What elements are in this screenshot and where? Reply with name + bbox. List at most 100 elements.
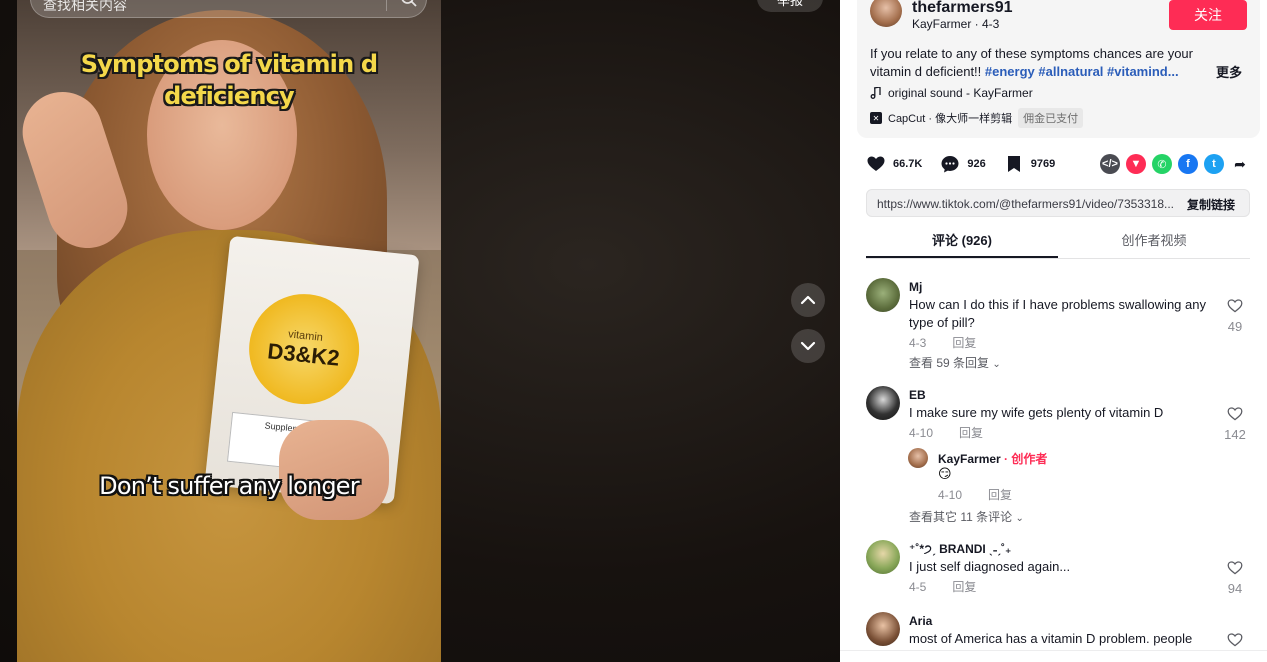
heart-outline-icon	[1227, 633, 1243, 647]
share-icon[interactable]: ➦	[1230, 154, 1250, 174]
heart-outline-icon	[1227, 299, 1243, 313]
comment-meta: 4-10 回复	[909, 424, 983, 441]
tab-creator-videos[interactable]: 创作者视频	[1058, 223, 1250, 258]
comment-item: Mj How can I do this if I have problems …	[866, 278, 1256, 374]
comment-button[interactable]: 926	[940, 154, 986, 174]
comment-like-button[interactable]: 94	[1220, 560, 1250, 596]
music-label: original sound - KayFarmer	[888, 86, 1033, 100]
video-link-text: https://www.tiktok.com/@thefarmers91/vid…	[877, 197, 1174, 211]
bookmark-icon	[1007, 156, 1020, 172]
description-card: thefarmers91 KayFarmer · 4-3 关注 If you r…	[857, 0, 1260, 138]
reply-avatar[interactable]	[908, 448, 928, 468]
commenter-avatar[interactable]	[866, 612, 900, 646]
heart-outline-icon	[1227, 407, 1243, 421]
search-placeholder: 查找相关内容	[43, 0, 127, 13]
chevron-down-icon: ⌄	[992, 359, 1001, 370]
creator-tag: · 创作者	[1004, 452, 1048, 466]
video-description: If you relate to any of these symptoms c…	[870, 45, 1200, 81]
capcut-label: CapCut · 像大师一样剪辑	[888, 113, 1013, 125]
comment-like-count: 94	[1227, 581, 1243, 596]
search-input[interactable]: 查找相关内容	[30, 0, 427, 18]
commenter-avatar[interactable]	[866, 540, 900, 574]
author-nickname-date: KayFarmer · 4-3	[912, 17, 1000, 31]
reply-button[interactable]: 回复	[959, 426, 983, 440]
reply-like-button[interactable]: 18	[1262, 468, 1267, 504]
commenter-name[interactable]: ⁺˚*੭ˏ BRANDI ˎ˗ˏ˚₊	[909, 542, 1011, 557]
pouch-name-text: D3&K2	[266, 338, 341, 371]
author-avatar[interactable]	[870, 0, 902, 27]
heart-outline-icon	[1227, 561, 1243, 575]
commenter-avatar[interactable]	[866, 278, 900, 312]
reply-button[interactable]: 回复	[952, 580, 976, 594]
more-button[interactable]: 更多	[1216, 62, 1242, 81]
stats-row: 66.7K 926 9769	[866, 152, 1073, 176]
author-username[interactable]: thefarmers91	[912, 0, 1013, 17]
video-frame[interactable]: vitamin D3&K2 Supplement Facts Symptoms …	[17, 0, 441, 662]
comment-date: 4-3	[909, 336, 927, 350]
copy-link-button[interactable]: 复制链接	[1187, 196, 1235, 213]
detail-tabs: 评论 (926) 创作者视频	[866, 223, 1250, 259]
paid-badge: 佣金已支付	[1018, 108, 1084, 128]
comment-count: 926	[967, 158, 986, 170]
reply-reply-button[interactable]: 回复	[988, 488, 1012, 502]
send-icon[interactable]: ▼	[1126, 154, 1146, 174]
view-more-replies-label: 查看其它 11 条评论	[909, 510, 1013, 524]
comment-item: EB I make sure my wife gets plenty of vi…	[866, 386, 1256, 526]
video-hand-holding	[279, 420, 389, 520]
reply-meta: 4-10 回复	[938, 486, 1012, 503]
tab-comments[interactable]: 评论 (926)	[866, 223, 1058, 258]
view-replies-button[interactable]: 查看 59 条回复 ⌄	[909, 354, 1001, 371]
reply-button[interactable]: 回复	[952, 336, 976, 350]
comment-date: 4-5	[909, 580, 927, 594]
music-link[interactable]: original sound - KayFarmer	[870, 86, 1033, 100]
whatsapp-icon[interactable]: ✆	[1152, 154, 1172, 174]
comment-like-button[interactable]: 142	[1220, 406, 1250, 442]
video-overlay-caption: Don’t suffer any longer	[99, 472, 360, 500]
comment-meta: 4-5 回复	[909, 578, 976, 595]
video-player[interactable]: vitamin D3&K2 Supplement Facts Symptoms …	[0, 0, 840, 662]
reply-like-count: 18	[1262, 489, 1267, 504]
comment-meta: 4-3 回复	[909, 334, 976, 351]
video-link-field[interactable]: https://www.tiktok.com/@thefarmers91/vid…	[866, 189, 1250, 217]
heart-icon	[867, 156, 885, 171]
follow-button[interactable]: 关注	[1169, 0, 1247, 30]
reply-author[interactable]: KayFarmer · 创作者	[938, 450, 1047, 467]
view-more-replies-button[interactable]: 查看其它 11 条评论 ⌄	[909, 508, 1024, 525]
comment-like-button[interactable]: 49	[1220, 298, 1250, 334]
comment-text: I make sure my wife gets plenty of vitam…	[909, 405, 1164, 420]
chevron-down-icon: ⌄	[1015, 513, 1024, 524]
detail-sidebar: thefarmers91 KayFarmer · 4-3 关注 If you r…	[840, 0, 1267, 662]
embed-icon[interactable]: </>	[1100, 154, 1120, 174]
hashtag-energy[interactable]: #energy	[985, 64, 1035, 79]
hashtag-vitamind[interactable]: #vitamind...	[1107, 64, 1179, 79]
like-button[interactable]: 66.7K	[866, 154, 922, 174]
comment-like-count: 142	[1224, 427, 1246, 442]
save-count: 9769	[1030, 158, 1056, 170]
capcut-link[interactable]: ✕ CapCut · 像大师一样剪辑 佣金已支付	[870, 108, 1084, 128]
reply-date: 4-10	[938, 488, 963, 502]
commenter-name[interactable]: EB	[909, 388, 926, 402]
commenter-name[interactable]: Aria	[909, 614, 932, 628]
reply-text: 😏	[938, 466, 952, 481]
next-video-button[interactable]	[791, 329, 825, 363]
chevron-up-icon	[800, 295, 816, 305]
search-icon[interactable]	[399, 0, 419, 9]
save-button[interactable]: 9769	[1004, 154, 1055, 174]
report-button[interactable]: 举报	[757, 0, 823, 12]
reply-author-name: KayFarmer	[938, 452, 1001, 466]
comment-text: I just self diagnosed again...	[909, 559, 1071, 574]
capcut-icon: ✕	[870, 112, 882, 124]
facebook-icon[interactable]: f	[1178, 154, 1198, 174]
hashtag-allnatural[interactable]: #allnatural	[1038, 64, 1103, 79]
reply-item: KayFarmer · 创作者 😏 4-10回复 18	[908, 448, 1256, 504]
twitter-icon[interactable]: t	[1204, 154, 1224, 174]
share-row: </> ▼ ✆ f t ➦	[1100, 154, 1250, 174]
chevron-down-icon	[800, 341, 816, 351]
previous-video-button[interactable]	[791, 283, 825, 317]
report-label: 举报	[776, 0, 803, 8]
pouch-label: vitamin D3&K2	[243, 288, 365, 410]
comment-item: ⁺˚*੭ˏ BRANDI ˎ˗ˏ˚₊ I just self diagnosed…	[866, 540, 1256, 600]
commenter-avatar[interactable]	[866, 386, 900, 420]
commenter-name[interactable]: Mj	[909, 280, 922, 294]
video-overlay-title: Symptoms of vitamin d deficiency	[80, 50, 378, 110]
